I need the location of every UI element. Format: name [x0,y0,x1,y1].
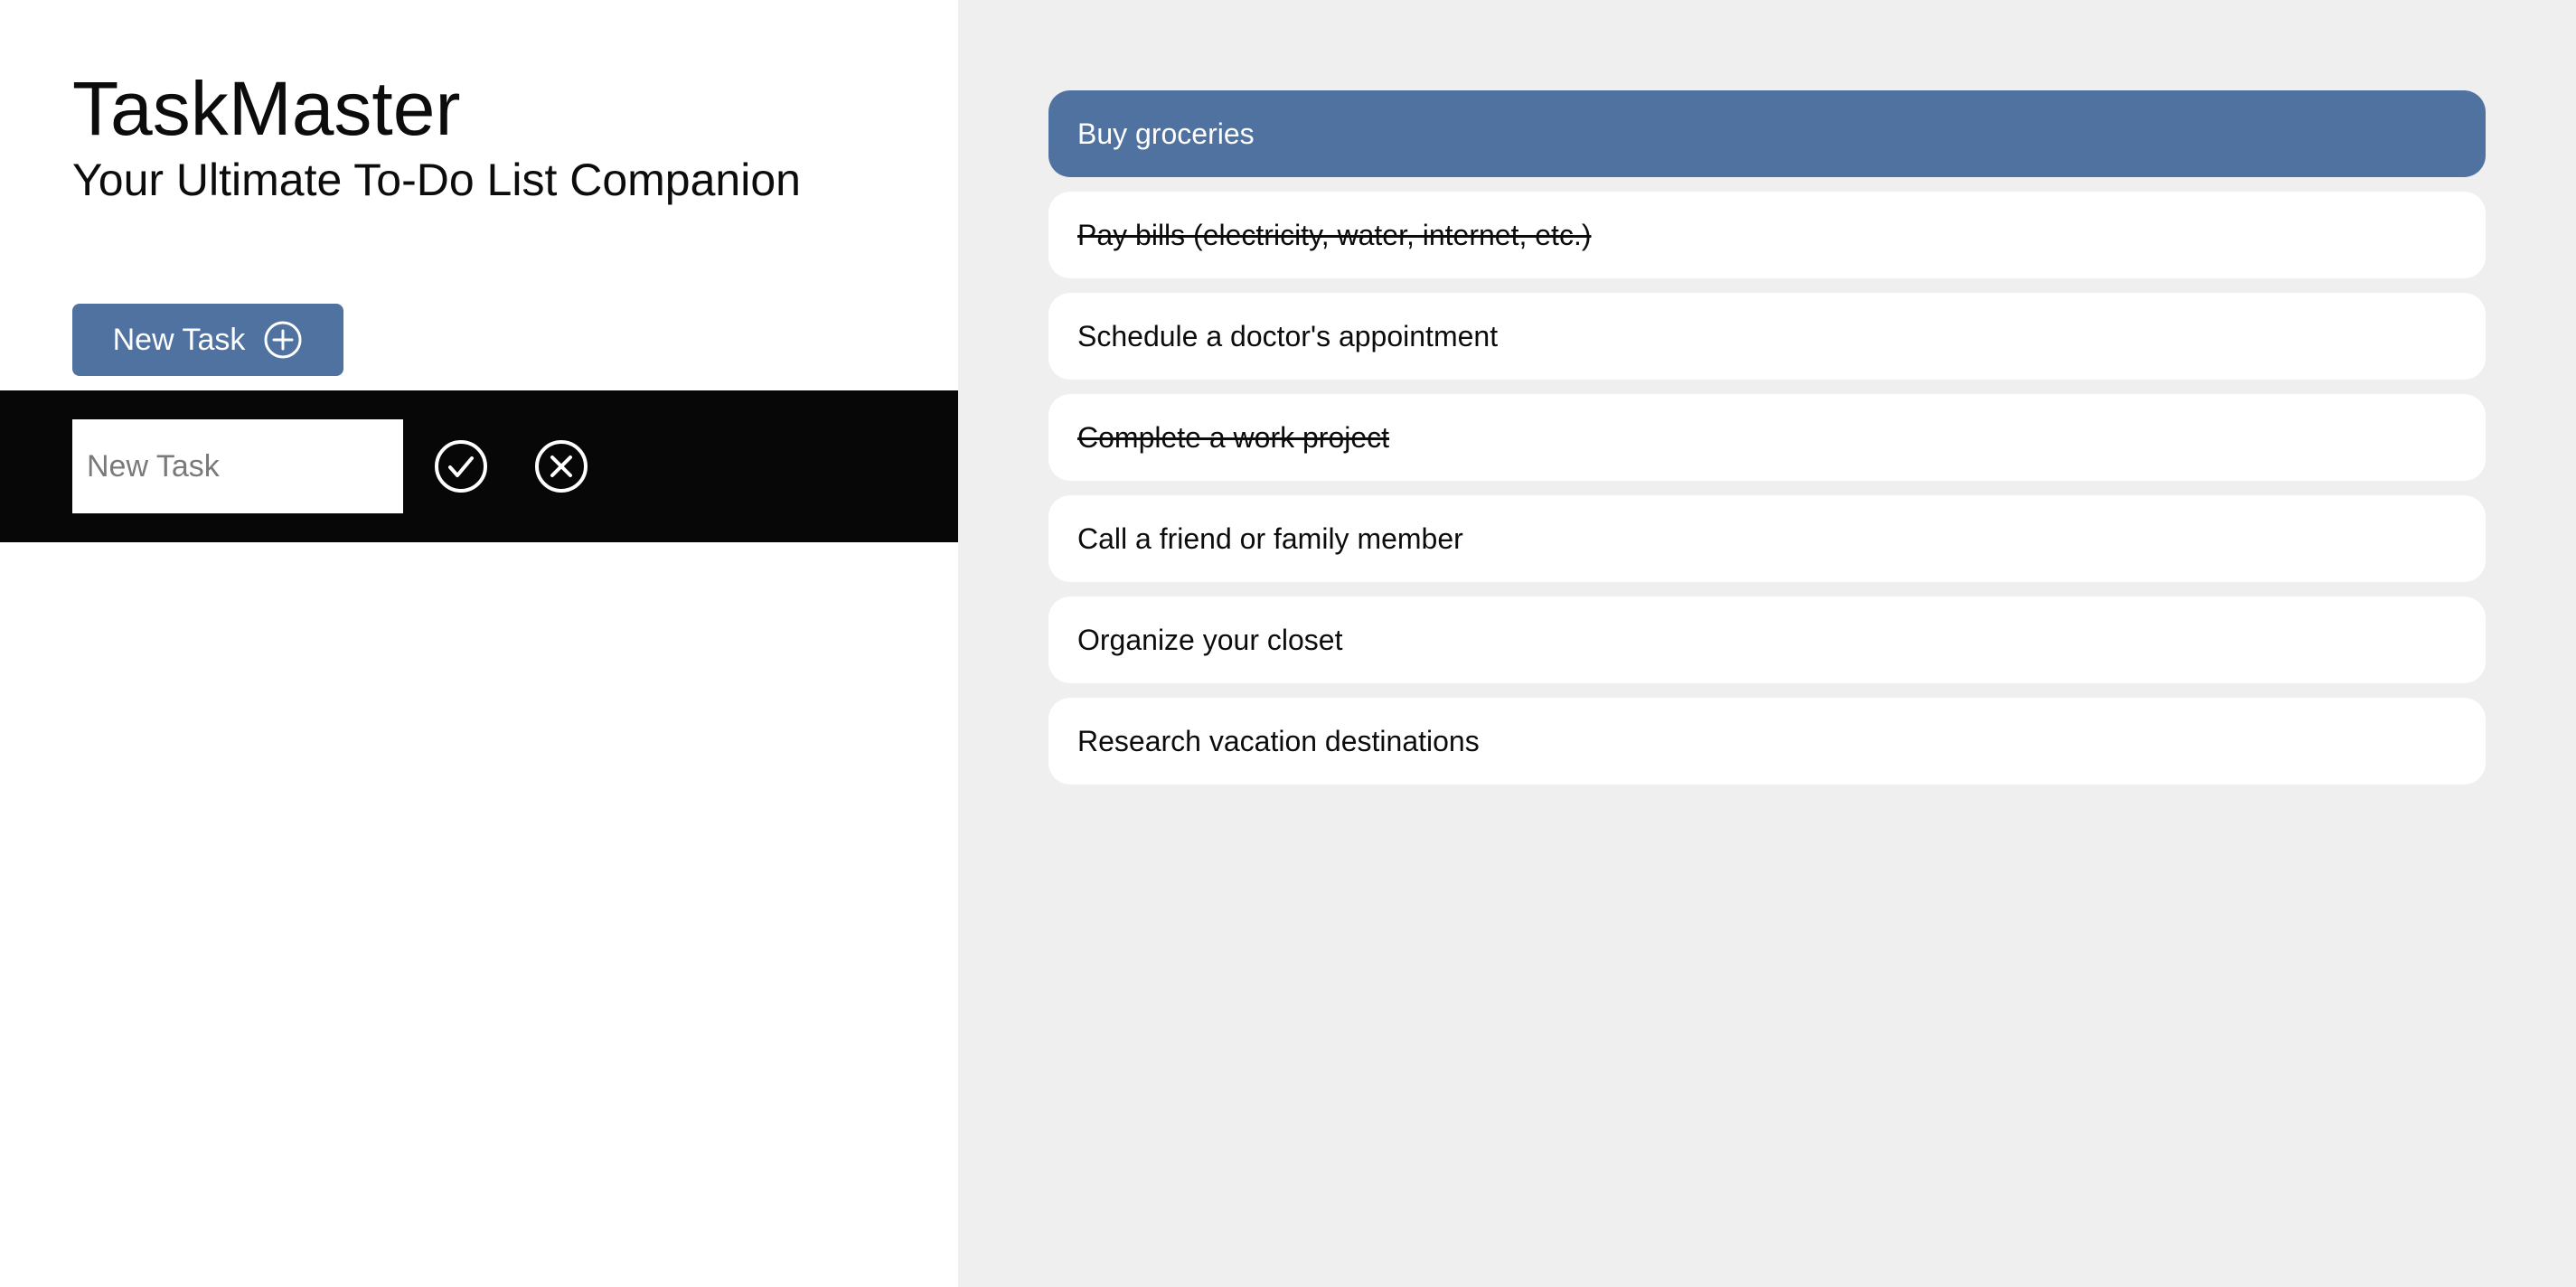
task-item[interactable]: Research vacation destinations [1048,698,2486,784]
app-title: TaskMaster [72,66,461,151]
task-item[interactable]: Buy groceries [1048,90,2486,177]
task-item-text: Buy groceries [1077,117,1255,150]
check-circle-icon [428,434,494,499]
new-task-button-label: New Task [112,322,246,357]
new-task-entry-bar [0,390,958,542]
plus-circle-icon [263,320,303,360]
app-root: TaskMaster Your Ultimate To-Do List Comp… [0,0,2576,1287]
task-item[interactable]: Organize your closet [1048,597,2486,683]
task-item-text: Organize your closet [1077,623,1343,656]
cancel-button[interactable] [529,434,594,499]
task-item-text: Schedule a doctor's appointment [1077,319,1499,352]
task-list-panel: Buy groceries Pay bills (electricity, wa… [958,0,2576,1287]
task-item[interactable]: Call a friend or family member [1048,495,2486,582]
task-item-text: Complete a work project [1077,420,1390,454]
task-item[interactable]: Complete a work project [1048,394,2486,481]
task-item[interactable]: Schedule a doctor's appointment [1048,293,2486,380]
confirm-button[interactable] [428,434,494,499]
task-item-text: Call a friend or family member [1077,521,1463,555]
left-panel: TaskMaster Your Ultimate To-Do List Comp… [0,0,958,1287]
task-item-text: Pay bills (electricity, water, internet,… [1077,218,1592,251]
task-list: Buy groceries Pay bills (electricity, wa… [1048,90,2486,799]
task-item[interactable]: Pay bills (electricity, water, internet,… [1048,192,2486,278]
new-task-button[interactable]: New Task [72,304,343,376]
task-item-text: Research vacation destinations [1077,724,1480,757]
x-circle-icon [529,434,594,499]
new-task-input[interactable] [72,419,403,513]
app-subtitle: Your Ultimate To-Do List Companion [72,155,801,205]
